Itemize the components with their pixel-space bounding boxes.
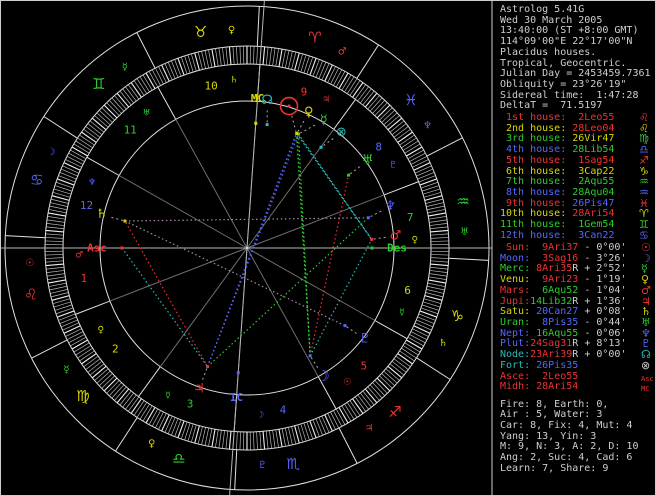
stats-line: Learn: 7, Share: 9 (500, 462, 609, 474)
sign-glyph-aquarius: ♒ (456, 193, 469, 211)
house-ruler-icon: ♀ (412, 235, 419, 245)
sign-ruler-icon: ♂ (338, 46, 347, 57)
sign-ruler-icon: ♄ (439, 338, 448, 349)
stats-table: Fire: 8, Earth: 0, Air : 5, Water: 3 Car: … (500, 399, 638, 475)
axis-dot-ic (236, 371, 240, 375)
house-number-10: 10 (204, 79, 217, 92)
position-dot-satu (123, 219, 127, 223)
axis-label-asc: Asc (87, 242, 107, 255)
house-number-1: 1 (81, 272, 88, 285)
sign-glyph-libra: ♎ (172, 449, 185, 467)
house-ruler-icon: ♄ (230, 76, 238, 86)
chart-header: Astrolog 5.41G Wed 30 March 2005 13:40:00 … (500, 4, 651, 112)
axis-dot-des (370, 246, 374, 250)
position-dot-moon (308, 354, 312, 358)
planets-table: Sun: 9Ari37 - 0°00' ☉ Moon: 3Sag16 - 3°26'… (500, 242, 654, 394)
planet-glyph-satu: ♄ (96, 207, 108, 222)
axis-label-des: Des (387, 242, 407, 255)
house-number-8: 8 (375, 140, 382, 153)
position-dot-nept (366, 216, 370, 220)
sign-glyph-scorpio: ♏ (287, 455, 301, 473)
sign-glyph-aries: ♈ (308, 29, 321, 47)
position-dot-plut (343, 324, 347, 328)
natal-chart-wheel: ♈ ♂ ♉ ♀ ♊ ☿ ♋ ☽ ♌ ☉ ♍ ☿ ♎ ♀ ♏ ♇ ♐ ♃ ♑ ♄ ♒ ♅ ♓ ♆ 1 ♂ 2 ♀ 3 ☿ 4 ☽ 5 ☉ 6 ☿ 7 ♀ 8 ♇… (1, 1, 497, 495)
planet-icon: Asc (641, 374, 654, 383)
sign-ruler-icon: ☿ (122, 62, 128, 73)
sign-ruler-icon: ♇ (258, 460, 267, 471)
sign-glyph-cancer: ♋ (30, 171, 43, 189)
house-number-4: 4 (280, 404, 287, 417)
wheel-center (245, 246, 249, 250)
house-number-7: 7 (407, 211, 414, 224)
planet-glyph-fort: ⊗ (336, 125, 347, 140)
house-number-9: 9 (301, 86, 308, 99)
house-ruler-icon: ♂ (75, 251, 83, 261)
position-dot-jupi (206, 365, 210, 369)
planet-icon: MC (641, 385, 650, 394)
house-number-6: 6 (404, 284, 411, 297)
house-row: 12th house: 3Can22 ♋ (500, 228, 649, 242)
house-ruler-icon: ♅ (143, 108, 151, 118)
position-dot-node (265, 123, 269, 127)
sign-glyph-sagittarius: ♐ (388, 403, 401, 421)
planet-glyph-sun-dot (287, 104, 291, 108)
houses-table: 1st house: 2Leo55 ♌ 2nd house: 28Leo04 ♌ 3… (500, 112, 649, 242)
axis-label-ic: IC (230, 391, 243, 404)
axis-dot-mc (254, 121, 258, 125)
house-ruler-icon: ♀ (97, 326, 104, 336)
planet-glyph-plut: ♇ (359, 332, 371, 347)
house-number-3: 3 (187, 397, 194, 410)
axis-dot-asc (120, 246, 124, 250)
sign-glyph-leo: ♌ (24, 285, 37, 303)
planet-glyph-mars: ♂ (390, 228, 402, 243)
house-ruler-icon: ♃ (322, 95, 330, 105)
sign-ruler-icon: ♅ (460, 227, 469, 238)
planet-glyph-merc: ☿ (320, 113, 328, 128)
astrolog-window: ♈ ♂ ♉ ♀ ♊ ☿ ♋ ☽ ♌ ☉ ♍ ☿ ♎ ♀ ♏ ♇ ♐ ♃ ♑ ♄ ♒ ♅ ♓ ♆ 1 ♂ 2 ♀ 3 ☿ 4 ☽ 5 ☉ 6 ☿ 7 ♀ 8 ♇… (0, 0, 656, 496)
sign-ruler-icon: ♀ (228, 25, 235, 36)
house-ruler-icon: ☿ (165, 391, 171, 401)
sign-glyph-pisces: ♓ (404, 91, 417, 109)
house-ruler-icon: ☿ (399, 308, 405, 318)
sign-ruler-icon: ♀ (148, 439, 155, 450)
planet-glyph-moon: ☽ (316, 367, 329, 385)
zodiac-sign-icon: ♋ (639, 228, 649, 242)
position-dot-mars (370, 237, 374, 241)
sign-ruler-icon: ☿ (63, 365, 69, 376)
planet-glyph-uran: ♅ (362, 153, 374, 168)
house-number-12: 12 (80, 199, 93, 212)
position-dot-venu (295, 131, 299, 135)
position-dot-fort (319, 145, 323, 149)
position-dot-uran (347, 173, 351, 177)
sign-ruler-icon: ☽ (46, 147, 55, 158)
house-number-5: 5 (360, 359, 367, 372)
sign-ruler-icon: ♆ (423, 120, 432, 131)
planet-icon: ⊗ (641, 358, 651, 372)
sign-glyph-taurus: ♉ (194, 23, 207, 41)
planet-row: Midh: 28Ari54 MC (500, 381, 650, 394)
sign-ruler-icon: ♃ (365, 423, 374, 434)
house-number-2: 2 (112, 343, 119, 356)
sign-glyph-gemini: ♊ (92, 75, 105, 93)
planet-glyph-venu: ♀ (304, 105, 314, 120)
house-ruler-icon: ☽ (256, 410, 264, 420)
planet-glyph-node: ☊ (261, 93, 273, 108)
planet-glyph-nept: ♆ (384, 199, 396, 214)
sign-glyph-capricorn: ♑ (451, 307, 464, 325)
header-line: DeltaT = 71.5197 (500, 100, 603, 112)
planet-glyph-jupi: ♃ (193, 382, 205, 397)
sign-glyph-virgo: ♍ (76, 387, 89, 405)
sign-ruler-icon: ☉ (25, 258, 34, 269)
house-ruler-icon: ♆ (88, 178, 96, 188)
house-ruler-icon: ♇ (389, 160, 397, 170)
house-number-11: 11 (124, 124, 137, 137)
house-ruler-icon: ☉ (343, 378, 351, 388)
